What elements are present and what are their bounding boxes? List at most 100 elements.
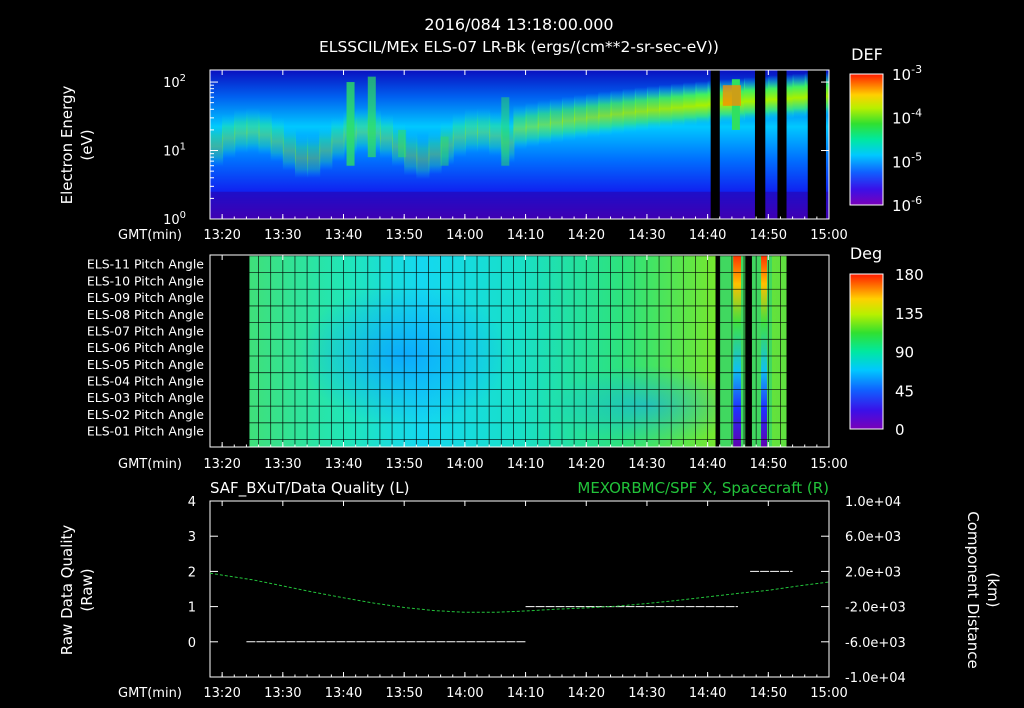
pitch-angle-hot-column xyxy=(733,255,742,447)
pitch-angle-row-label: ELS-10 Pitch Angle xyxy=(87,273,204,288)
energy-flux-band xyxy=(270,117,284,162)
pitch-angle-row-label: ELS-08 Pitch Angle xyxy=(87,307,204,322)
energy-flux-band xyxy=(634,87,648,132)
raw-quality-tick-label: 3 xyxy=(188,530,196,545)
energy-axis-label-line1: Electron Energy xyxy=(58,85,76,204)
energy-flux-band xyxy=(379,114,394,159)
data-quality-frame xyxy=(209,500,830,678)
distance-tick-label: -6.0e+03 xyxy=(845,636,906,651)
deg-colorbar-scale xyxy=(849,273,884,430)
time-tick-label: 14:30 xyxy=(628,228,665,243)
energy-flux-peak xyxy=(722,85,742,106)
pitch-angle-data-gap xyxy=(715,255,720,447)
raw-quality-axis-label-line1: Raw Data Quality xyxy=(58,525,76,656)
time-tick-label: 14:20 xyxy=(568,686,605,701)
time-tick-label: 13:30 xyxy=(264,686,301,701)
time-tick-label: 15:00 xyxy=(810,457,847,472)
pitch-angle-row-label: ELS-03 Pitch Angle xyxy=(87,390,204,405)
def-colorbar-tick-label: 10-6 xyxy=(892,194,922,215)
time-tick-label: 14:10 xyxy=(507,457,544,472)
energy-tick-label: 100 xyxy=(163,210,186,228)
energy-flux-band xyxy=(294,133,309,178)
pitch-angle-panel: ELS-11 Pitch AngleELS-10 Pitch Angle ELS-… xyxy=(87,244,924,472)
pitch-angle-row-label: ELS-01 Pitch Angle xyxy=(87,424,204,439)
energy-flux-band xyxy=(210,122,224,167)
component-distance-axis-label-line2: (km) xyxy=(984,572,1002,607)
distance-tick-label: 6.0e+03 xyxy=(845,530,901,545)
pitch-angle-row-labels: ELS-11 Pitch AngleELS-10 Pitch Angle ELS-… xyxy=(87,257,204,439)
energy-flux-band xyxy=(525,102,539,147)
deg-colorbar-tick-label: 135 xyxy=(895,305,924,323)
energy-flux-band xyxy=(452,113,466,158)
def-colorbar-tick-label: 10-4 xyxy=(892,107,922,128)
energy-flux-band xyxy=(586,93,600,138)
time-tick-label: 14:20 xyxy=(568,457,605,472)
energy-flux-band xyxy=(258,110,272,155)
time-tick-label: 13:20 xyxy=(203,686,240,701)
spacecraft-title: MEXORBMC/SPF X, Spacecraft (R) xyxy=(577,479,829,497)
energy-flux-band xyxy=(695,81,709,126)
energy-flux-band xyxy=(537,100,551,145)
pitch-angle-row-label: ELS-05 Pitch Angle xyxy=(87,357,204,372)
time-tick-label: 15:00 xyxy=(810,686,847,701)
time-tick-label: 13:40 xyxy=(325,686,362,701)
pitch-angle-row-label: ELS-09 Pitch Angle xyxy=(87,290,204,305)
def-colorbar-tick-label: 10-3 xyxy=(892,63,922,84)
energy-flux-burst xyxy=(398,129,407,158)
pitch-angle-row-label: ELS-06 Pitch Angle xyxy=(87,340,204,355)
deg-colorbar-title: Deg xyxy=(850,244,882,263)
raw-quality-tick-label: 0 xyxy=(188,636,196,651)
time-axis-label-panel-1: GMT(min) xyxy=(118,228,182,243)
deg-colorbar-tick-label: 0 xyxy=(895,421,905,439)
pitch-angle-row-label: ELS-02 Pitch Angle xyxy=(87,407,204,422)
pitch-angle-hot-column xyxy=(761,255,768,447)
energy-flux-band xyxy=(246,108,260,153)
energy-flux-band xyxy=(659,84,673,129)
time-tick-label: 14:50 xyxy=(750,228,787,243)
energy-flux-band xyxy=(683,82,697,127)
time-tick-label: 13:50 xyxy=(385,686,422,701)
distance-tick-label: -1.0e+04 xyxy=(845,671,906,686)
energy-flux-band xyxy=(671,83,685,128)
pitch-angle-row-label: ELS-04 Pitch Angle xyxy=(87,374,204,389)
time-axis-label-panel-3: GMT(min) xyxy=(118,686,182,701)
energy-flux-band xyxy=(319,126,333,171)
energy-axis-label-line2: (eV) xyxy=(78,129,96,160)
time-tick-label: 14:10 xyxy=(507,686,544,701)
deg-colorbar: Deg 180 135 90 45 0 xyxy=(849,244,924,439)
energy-data-gap xyxy=(710,70,720,219)
energy-flux-burst xyxy=(367,76,376,158)
energy-flux-band xyxy=(282,126,296,171)
time-tick-label: 14:00 xyxy=(446,228,483,243)
energy-flux-band xyxy=(561,96,576,141)
time-tick-label: 14:40 xyxy=(689,686,726,701)
pitch-angle-row-label: ELS-11 Pitch Angle xyxy=(87,257,204,272)
time-tick-label: 14:40 xyxy=(689,457,726,472)
component-distance-axis: 1.0e+04 6.0e+03 2.0e+03 -2.0e+03 -6.0e+03 -1.… xyxy=(821,495,906,686)
energy-flux-band xyxy=(477,108,491,153)
distance-tick-label: 2.0e+03 xyxy=(845,565,901,580)
time-tick-label: 14:40 xyxy=(689,228,726,243)
energy-flux-band xyxy=(307,133,321,178)
energy-axis-label: Electron Energy (eV) xyxy=(58,85,96,204)
pitch-angle-edge-column xyxy=(767,255,772,447)
energy-flux-burst xyxy=(346,82,355,166)
raw-quality-axis-label-line2: (Raw) xyxy=(78,568,96,611)
energy-flux-band xyxy=(416,135,430,180)
energy-flux-burst xyxy=(440,136,449,166)
energy-flux-band xyxy=(513,105,527,150)
distance-tick-label: -2.0e+03 xyxy=(845,601,906,616)
energy-tick-label: 101 xyxy=(163,142,186,160)
figure-subtitle: ELSSCIL/MEx ELS-07 LR-Bk (ergs/(cm**2-sr… xyxy=(319,38,719,56)
pitch-angle-data-gap xyxy=(745,255,752,447)
raw-quality-tick-label: 2 xyxy=(188,565,196,580)
time-axis-label-panel-2: GMT(min) xyxy=(118,457,182,472)
energy-flux-burst xyxy=(501,97,510,166)
energy-flux-band xyxy=(404,131,418,176)
energy-flux-band xyxy=(464,108,479,153)
pitch-angle-image xyxy=(210,255,829,447)
data-quality-title: SAF_BXuT/Data Quality (L) xyxy=(210,479,410,498)
spectrogram-image xyxy=(210,70,829,219)
energy-flux-band xyxy=(610,90,624,135)
time-tick-label: 13:20 xyxy=(203,228,240,243)
